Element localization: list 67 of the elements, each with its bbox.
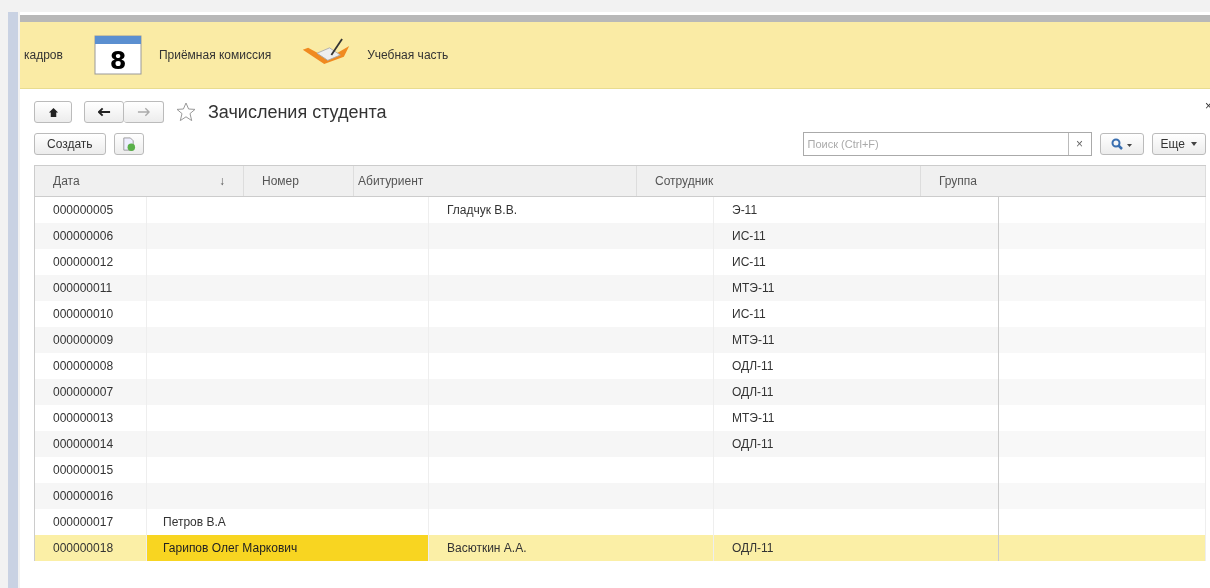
table-cell: 000000011 bbox=[53, 281, 113, 295]
star-icon[interactable] bbox=[176, 102, 196, 122]
table-cell: 000000014 bbox=[53, 437, 114, 451]
add-document-button[interactable] bbox=[113, 133, 144, 155]
section-link[interactable]: Учебная часть bbox=[367, 48, 449, 62]
table-cell: Петров В.А bbox=[163, 515, 226, 529]
table-cell: Гладчук В.В. bbox=[447, 203, 517, 217]
column-label: Группа bbox=[939, 174, 978, 188]
table-cell: Э-11 bbox=[732, 203, 758, 217]
table-cell: 000000009 bbox=[53, 333, 114, 347]
back-button[interactable] bbox=[84, 101, 124, 123]
table-row[interactable]: 000000014 ОДЛ-11 bbox=[35, 431, 1206, 457]
clear-button[interactable]: × bbox=[1067, 133, 1091, 155]
column-header[interactable]: Дата ↓ bbox=[35, 166, 244, 196]
table-row[interactable]: 000000007 ОДЛ-11 bbox=[35, 379, 1206, 405]
search-icon bbox=[1110, 138, 1133, 150]
column-header[interactable]: Группа bbox=[921, 166, 1206, 196]
table-row[interactable]: 000000006 ИС-11 bbox=[35, 223, 1206, 249]
section-link[interactable]: Приёмная комиссия bbox=[158, 48, 272, 62]
table-cell: МТЭ-11 bbox=[732, 411, 775, 425]
table-cell: 000000007 bbox=[53, 385, 114, 399]
home-icon bbox=[47, 106, 59, 118]
column-header[interactable]: Абитуриент bbox=[354, 166, 637, 196]
table-cell: 000000005 bbox=[53, 203, 114, 217]
table-cell: ИС-11 bbox=[732, 229, 766, 243]
calendar-icon[interactable]: 8 bbox=[92, 35, 143, 75]
column-label: Номер bbox=[262, 174, 299, 188]
table-cell: МТЭ-11 bbox=[732, 281, 775, 295]
table-cell: 000000006 bbox=[53, 229, 114, 243]
table-cell: ОДЛ-11 bbox=[732, 385, 774, 399]
table-row[interactable]: 000000018 Гарипов Олег Маркович Васюткин А.А. ОДЛ-11 bbox=[35, 535, 1206, 561]
section-link[interactable]: кадров bbox=[24, 48, 63, 62]
form-title: Зачисления студента bbox=[208, 101, 387, 123]
search-field[interactable]: Поиск (Ctrl+F) × bbox=[802, 132, 1092, 156]
table-cell: 000000012 bbox=[53, 255, 114, 269]
table-cell: 000000016 bbox=[53, 489, 114, 503]
search-menu-button[interactable] bbox=[1099, 133, 1144, 155]
table-cell: Васюткин А.А. bbox=[447, 541, 527, 555]
table-cell: ОДЛ-11 bbox=[732, 437, 774, 451]
home-button[interactable] bbox=[34, 101, 72, 123]
table-cell: Гарипов Олег Маркович bbox=[163, 541, 298, 555]
more-button[interactable]: Еще bbox=[1151, 133, 1206, 155]
document-add-icon bbox=[121, 136, 137, 152]
table-cell: 000000013 bbox=[53, 411, 114, 425]
table-cell: 000000017 bbox=[53, 515, 114, 529]
table-row[interactable]: 000000009 МТЭ-11 bbox=[35, 327, 1206, 353]
column-header[interactable]: Сотрудник bbox=[637, 166, 921, 196]
column-label: Абитуриент bbox=[358, 174, 424, 188]
column-header[interactable]: Номер bbox=[244, 166, 354, 196]
table-row[interactable]: 000000011 МТЭ-11 bbox=[35, 275, 1206, 301]
table-cell: ОДЛ-11 bbox=[732, 359, 774, 373]
table-cell: 000000015 bbox=[53, 463, 114, 477]
sort-indicator: ↓ bbox=[219, 174, 225, 188]
column-label: Дата bbox=[53, 174, 80, 188]
column-label: Сотрудник bbox=[655, 174, 714, 188]
table-cell: ОДЛ-11 bbox=[732, 541, 774, 555]
forward-arrow-icon bbox=[137, 107, 150, 117]
dropdown-caret-icon bbox=[1191, 142, 1197, 146]
table-cell: МТЭ-11 bbox=[732, 333, 775, 347]
table-cell: 000000018 bbox=[53, 541, 114, 555]
create-button[interactable]: Создать bbox=[34, 133, 106, 155]
back-arrow-icon bbox=[97, 107, 111, 117]
table-cell: 000000010 bbox=[53, 307, 114, 321]
table-cell: ИС-11 bbox=[732, 307, 766, 321]
table-cell: 000000008 bbox=[53, 359, 114, 373]
table-row[interactable]: 000000016 bbox=[35, 483, 1206, 509]
table-cell: ИС-11 bbox=[732, 255, 766, 269]
